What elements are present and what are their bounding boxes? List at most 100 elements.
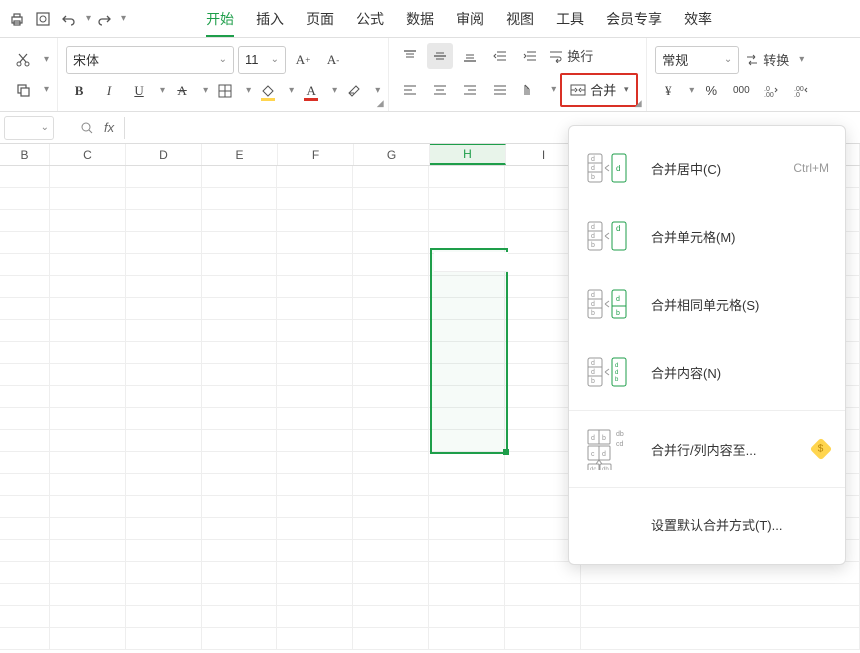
tab-formula[interactable]: 公式 bbox=[356, 3, 384, 35]
number-format-selector[interactable]: 常规 ⌄ bbox=[655, 46, 739, 74]
tab-data[interactable]: 数据 bbox=[406, 3, 434, 35]
cell[interactable] bbox=[50, 254, 126, 276]
copy-icon[interactable] bbox=[10, 77, 36, 103]
cell[interactable] bbox=[50, 210, 126, 232]
align-top-icon[interactable] bbox=[397, 43, 423, 69]
cell[interactable] bbox=[202, 320, 278, 342]
cell[interactable] bbox=[202, 342, 278, 364]
cell[interactable] bbox=[277, 232, 353, 254]
alignment-dialog-launcher-icon[interactable]: ◢ bbox=[632, 97, 644, 109]
cell[interactable] bbox=[0, 210, 50, 232]
cell[interactable] bbox=[50, 320, 126, 342]
decrease-indent-icon[interactable] bbox=[487, 43, 513, 69]
tab-insert[interactable]: 插入 bbox=[256, 3, 284, 35]
cell[interactable] bbox=[126, 232, 202, 254]
cell[interactable] bbox=[277, 584, 353, 606]
grid-row[interactable] bbox=[0, 584, 860, 606]
cell[interactable] bbox=[50, 606, 126, 628]
cell[interactable] bbox=[202, 254, 278, 276]
cell[interactable] bbox=[50, 496, 126, 518]
cell[interactable] bbox=[0, 496, 50, 518]
cell[interactable] bbox=[202, 298, 278, 320]
align-bottom-icon[interactable] bbox=[457, 43, 483, 69]
cell[interactable] bbox=[277, 562, 353, 584]
merge-cells-button[interactable]: 合并 bbox=[566, 77, 620, 103]
cell[interactable] bbox=[581, 584, 860, 606]
currency-dropdown-icon[interactable]: ▾ bbox=[689, 85, 694, 96]
cell[interactable] bbox=[277, 518, 353, 540]
cell[interactable] bbox=[277, 628, 353, 650]
clear-format-icon[interactable] bbox=[341, 78, 367, 104]
cell[interactable] bbox=[202, 364, 278, 386]
cell[interactable] bbox=[353, 540, 429, 562]
cell[interactable] bbox=[50, 276, 126, 298]
fontcolor-dropdown-icon[interactable]: ▾ bbox=[332, 85, 337, 96]
grid-row[interactable] bbox=[0, 562, 860, 584]
cell[interactable] bbox=[277, 452, 353, 474]
cell[interactable] bbox=[126, 474, 202, 496]
cell[interactable] bbox=[202, 474, 278, 496]
font-dialog-launcher-icon[interactable]: ◢ bbox=[374, 97, 386, 109]
fill-dropdown-icon[interactable]: ▾ bbox=[289, 85, 294, 96]
cell[interactable] bbox=[126, 562, 202, 584]
cell[interactable] bbox=[202, 540, 278, 562]
cell[interactable] bbox=[429, 232, 505, 254]
tab-efficiency[interactable]: 效率 bbox=[684, 3, 712, 35]
cell[interactable] bbox=[50, 452, 126, 474]
redo-dropdown-icon[interactable]: ▾ bbox=[121, 13, 126, 24]
fill-color-icon[interactable] bbox=[255, 78, 281, 104]
cell[interactable] bbox=[429, 276, 505, 298]
cell[interactable] bbox=[202, 430, 278, 452]
cell[interactable] bbox=[202, 584, 278, 606]
increase-font-icon[interactable]: A+ bbox=[290, 47, 316, 73]
col-header-f[interactable]: F bbox=[278, 144, 354, 165]
cell[interactable] bbox=[202, 188, 278, 210]
strike-dropdown-icon[interactable]: ▾ bbox=[203, 85, 208, 96]
cell[interactable] bbox=[429, 540, 505, 562]
cell[interactable] bbox=[0, 254, 50, 276]
cell[interactable] bbox=[50, 474, 126, 496]
align-center-icon[interactable] bbox=[427, 77, 453, 103]
cell[interactable] bbox=[126, 540, 202, 562]
cell[interactable] bbox=[277, 320, 353, 342]
cell[interactable] bbox=[277, 188, 353, 210]
cell[interactable] bbox=[277, 166, 353, 188]
cell[interactable] bbox=[202, 276, 278, 298]
cell[interactable] bbox=[353, 298, 429, 320]
cell[interactable] bbox=[353, 628, 429, 650]
col-header-e[interactable]: E bbox=[202, 144, 278, 165]
cell[interactable] bbox=[0, 166, 50, 188]
cell[interactable] bbox=[353, 254, 429, 276]
cell[interactable] bbox=[277, 606, 353, 628]
cell[interactable] bbox=[0, 430, 50, 452]
cell[interactable] bbox=[0, 584, 50, 606]
undo-icon[interactable] bbox=[56, 6, 82, 32]
cell[interactable] bbox=[429, 606, 505, 628]
cell[interactable] bbox=[126, 298, 202, 320]
cut-dropdown-icon[interactable]: ▾ bbox=[44, 54, 49, 65]
cell[interactable] bbox=[353, 188, 429, 210]
cell[interactable] bbox=[505, 562, 581, 584]
cell[interactable] bbox=[126, 452, 202, 474]
cell[interactable] bbox=[429, 452, 505, 474]
align-justify-icon[interactable] bbox=[487, 77, 513, 103]
cell[interactable] bbox=[126, 496, 202, 518]
cell[interactable] bbox=[126, 210, 202, 232]
tab-review[interactable]: 审阅 bbox=[456, 3, 484, 35]
cut-icon[interactable] bbox=[10, 47, 36, 73]
tab-start[interactable]: 开始 bbox=[206, 3, 234, 35]
cell[interactable] bbox=[126, 430, 202, 452]
cell[interactable] bbox=[353, 496, 429, 518]
print-icon[interactable] bbox=[4, 6, 30, 32]
cell[interactable] bbox=[126, 584, 202, 606]
cell[interactable] bbox=[202, 408, 278, 430]
cell[interactable] bbox=[429, 386, 505, 408]
clear-dropdown-icon[interactable]: ▾ bbox=[375, 85, 380, 96]
cell[interactable] bbox=[202, 452, 278, 474]
cell[interactable] bbox=[353, 408, 429, 430]
cell[interactable] bbox=[505, 584, 581, 606]
function-wizard-icon[interactable] bbox=[74, 115, 100, 141]
cell[interactable] bbox=[505, 628, 581, 650]
merge-cells-item[interactable]: ddb d 合并单元格(M) bbox=[569, 202, 845, 270]
merge-center-item[interactable]: ddb d 合并居中(C) Ctrl+M bbox=[569, 134, 845, 202]
